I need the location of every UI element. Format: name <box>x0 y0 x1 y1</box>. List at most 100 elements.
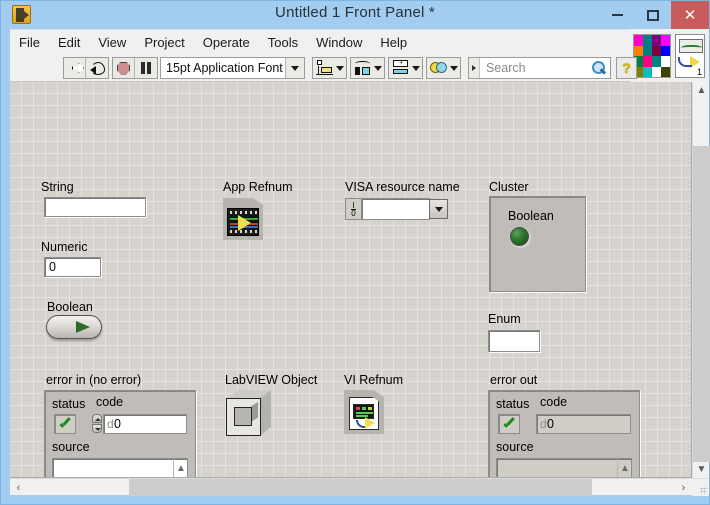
menu-item-file[interactable]: File <box>10 32 49 53</box>
context-help-button[interactable]: ? <box>616 57 637 79</box>
menu-item-window[interactable]: Window <box>307 32 371 53</box>
chevron-down-icon <box>450 65 458 71</box>
palette-swatch-13[interactable] <box>643 66 652 77</box>
reorder-objects-button[interactable] <box>426 57 461 79</box>
font-selector-dropdown[interactable] <box>285 58 304 78</box>
palette-swatch-5[interactable] <box>643 45 652 56</box>
palette-swatch-7[interactable] <box>661 45 670 56</box>
palette-swatch-15[interactable] <box>661 66 670 77</box>
chevron-down-icon <box>434 206 443 212</box>
color-palette-grid[interactable] <box>633 34 671 78</box>
front-panel-area: String Numeric 0 Boolean App Refnum VISA… <box>10 82 710 496</box>
palette-swatch-11[interactable] <box>661 56 670 67</box>
string-control-label: String <box>41 180 74 194</box>
spinner-down-icon[interactable] <box>92 424 102 433</box>
error-out-cluster[interactable]: error out status code d 0 source ▲ ▼ <box>488 373 640 477</box>
error-in-cluster[interactable]: error in (no error) status code d 0 sour… <box>44 373 196 477</box>
error-in-source-label: source <box>52 440 90 454</box>
scroll-up-icon[interactable]: ▲ <box>693 82 710 99</box>
minimize-button[interactable] <box>599 1 635 29</box>
font-selector-label: 15pt Application Font <box>166 61 283 75</box>
search-pin-icon[interactable] <box>469 58 480 78</box>
palette-swatch-6[interactable] <box>652 45 661 56</box>
palette-swatch-2[interactable] <box>652 35 661 46</box>
horizontal-scrollbar-thumb[interactable] <box>129 479 592 496</box>
menu-item-edit[interactable]: Edit <box>49 32 89 53</box>
palette-swatch-9[interactable] <box>643 56 652 67</box>
front-panel-canvas[interactable]: String Numeric 0 Boolean App Refnum VISA… <box>10 82 692 478</box>
scroll-down-icon[interactable]: ▼ <box>693 461 710 478</box>
vi-refnum-label: VI Refnum <box>344 373 404 387</box>
error-in-code-input[interactable]: d 0 <box>103 414 187 434</box>
labview-object-control[interactable] <box>226 390 271 436</box>
palette-swatch-4[interactable] <box>634 45 643 56</box>
menu-item-tools[interactable]: Tools <box>259 32 307 53</box>
scroll-up-icon[interactable]: ▲ <box>618 461 632 475</box>
palette-swatch-1[interactable] <box>643 35 652 46</box>
vertical-scrollbar[interactable]: ▲ ▼ <box>692 82 710 478</box>
vi-connector-icon[interactable]: 1 <box>675 34 705 78</box>
error-in-source-scrollbar[interactable]: ▲ ▼ <box>173 459 188 477</box>
error-in-code-spinner[interactable] <box>92 414 102 434</box>
cluster-boolean-led[interactable] <box>510 227 529 246</box>
search-input[interactable]: Search <box>480 61 590 75</box>
scroll-left-icon[interactable]: ‹ <box>10 479 27 496</box>
run-continuously-button[interactable] <box>86 58 108 78</box>
vi-refnum-control[interactable] <box>344 390 384 434</box>
palette-and-icon-area: 1 <box>630 29 709 82</box>
app-refnum-control[interactable] <box>223 198 263 240</box>
cluster-boolean-label: Boolean <box>508 209 554 223</box>
enum-input[interactable] <box>488 330 540 352</box>
app-refnum-label: App Refnum <box>223 180 293 194</box>
error-out-code-prefix: d <box>540 417 547 431</box>
error-in-source-input[interactable]: ▲ ▼ <box>52 458 188 477</box>
string-input[interactable] <box>44 197 146 217</box>
error-out-source-scrollbar[interactable]: ▲ ▼ <box>617 459 632 477</box>
vi-refnum-arrow-icon <box>365 417 375 429</box>
error-in-status-label: status <box>52 397 86 411</box>
visa-dropdown-button[interactable] <box>429 199 448 219</box>
palette-swatch-14[interactable] <box>652 66 661 77</box>
scroll-up-icon[interactable]: ▲ <box>174 461 188 475</box>
menu-item-view[interactable]: View <box>89 32 135 53</box>
palette-swatch-0[interactable] <box>634 35 643 46</box>
spinner-up-icon[interactable] <box>92 414 102 423</box>
resize-objects-button[interactable]: + <box>388 57 423 79</box>
run-button[interactable] <box>64 58 86 78</box>
menu-item-project[interactable]: Project <box>135 32 193 53</box>
align-objects-button[interactable] <box>312 57 347 79</box>
visa-input[interactable] <box>361 198 430 220</box>
error-in-code-label: code <box>96 395 124 409</box>
visa-resource-name-control[interactable]: I 0 <box>345 198 449 220</box>
distribute-objects-button[interactable] <box>350 57 385 79</box>
maximize-button[interactable] <box>635 1 671 29</box>
resize-objects-icon: + <box>392 60 410 76</box>
numeric-input[interactable]: 0 <box>44 257 101 277</box>
search-box[interactable]: Search <box>468 57 611 79</box>
close-button[interactable]: ✕ <box>671 1 709 29</box>
scroll-right-icon[interactable]: › <box>675 479 692 496</box>
error-out-status-label: status <box>496 397 530 411</box>
numeric-value: 0 <box>49 260 56 274</box>
resize-grip[interactable] <box>692 479 709 496</box>
vertical-scrollbar-thumb[interactable] <box>693 146 710 462</box>
chevron-down-icon <box>412 65 420 71</box>
menu-item-help[interactable]: Help <box>371 32 416 53</box>
font-selector[interactable]: 15pt Application Font <box>160 57 305 79</box>
pause-button[interactable] <box>135 58 157 78</box>
error-out-label: error out <box>490 373 538 387</box>
vi-icon-number: 1 <box>696 67 702 77</box>
search-icon[interactable] <box>590 60 610 76</box>
boolean-slide-switch[interactable] <box>46 315 102 341</box>
palette-swatch-3[interactable] <box>661 35 670 46</box>
menu-bar: File Edit View Project Operate Tools Win… <box>10 29 630 54</box>
boolean-switch-pointer <box>76 321 90 333</box>
cluster-control[interactable]: Boolean <box>489 196 586 292</box>
error-in-label: error in (no error) <box>46 373 142 387</box>
menu-item-operate[interactable]: Operate <box>194 32 259 53</box>
error-in-status-checkbox[interactable] <box>54 414 76 434</box>
io-refnum-icon: I 0 <box>345 198 361 220</box>
horizontal-scrollbar[interactable]: ‹ › <box>10 478 709 496</box>
palette-swatch-10[interactable] <box>652 56 661 67</box>
abort-button[interactable] <box>113 58 135 78</box>
